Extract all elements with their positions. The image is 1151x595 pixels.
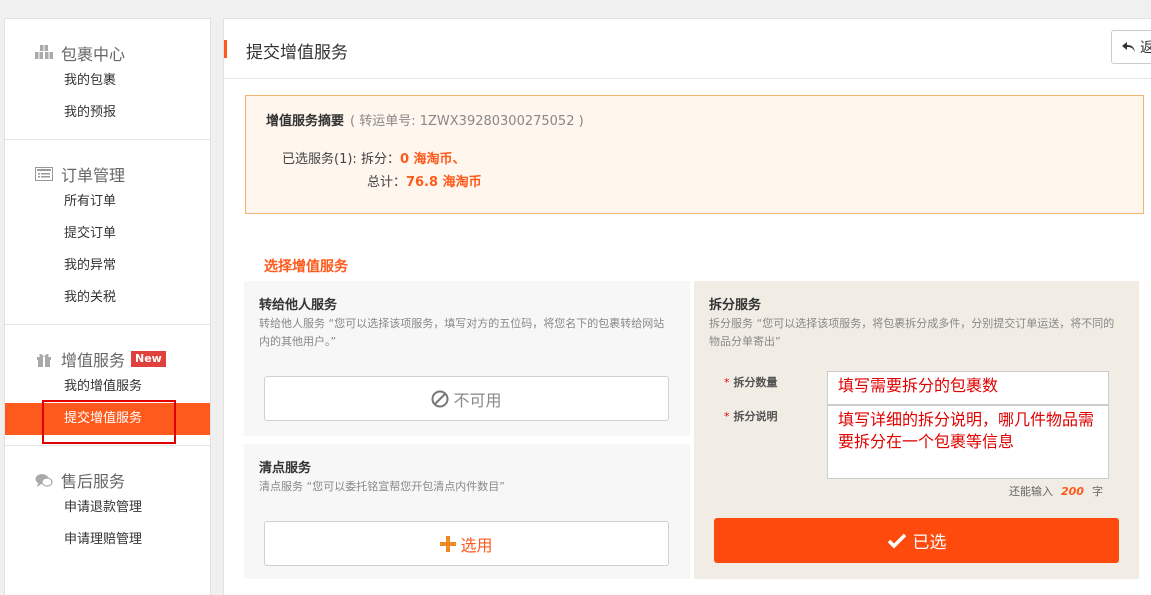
card-title: 拆分服务 [709,298,762,313]
selected-button[interactable]: 已选 [714,518,1119,563]
sidebar-item-label: 提交增值服务 [64,411,143,426]
transfer-number: ( 转运单号: 1ZWX39280300275052 ) [350,114,584,129]
summary-selected-row: 已选服务(1): 拆分：0 海淘币、 [282,148,466,167]
card-description: 清点服务 “您可以委托铭宣帮您开包清点内件数目” [259,480,505,493]
main-panel: 提交增值服务 返 增值服务摘要( 转运单号: 1ZWX3928030027505… [223,18,1151,595]
split-service-card: 拆分服务 拆分服务 “您可以选择该项服务，将包裹拆分成多件，分别提交订单运送，将… [694,281,1139,579]
unavailable-label: 不可用 [453,390,502,410]
card-title: 清点服务 [259,461,312,476]
selected-label: 已选服务(1): [282,152,357,167]
check-icon [887,533,906,548]
selected-label: 已选 [912,533,947,553]
sidebar-section-title: 售后服务 [61,472,126,491]
sidebar-item-claim[interactable]: 申请理赔管理 [5,524,210,556]
sidebar-item-all-orders[interactable]: 所有订单 [5,186,210,218]
sidebar-section-title: 增值服务 [61,351,126,370]
transfer-service-card: 转给他人服务 转给他人服务 “您可以选择该项服务，填写对方的五位码，将您名下的包… [244,281,690,436]
split-note-textarea[interactable]: 填写详细的拆分说明，哪几件物品需要拆分在一个包裹等信息 [827,405,1109,479]
total-label: 总计： [367,175,407,190]
gift-icon [34,350,54,368]
split-quantity-input[interactable]: 填写需要拆分的包裹数 [827,371,1109,405]
plus-icon [440,535,457,552]
back-button[interactable]: 返 [1111,30,1151,64]
back-button-label: 返 [1140,40,1151,56]
sidebar-item-my-forecast[interactable]: 我的预报 [5,97,210,129]
card-description: 转给他人服务 “您可以选择该项服务，填写对方的五位码，将您名下的包裹转给网站内的… [259,317,665,348]
count-service-card: 清点服务 清点服务 “您可以委托铭宣帮您开包清点内件数目” 选用 [244,444,690,579]
remaining-count: 200 [1061,485,1084,498]
sidebar-item-refund[interactable]: 申请退款管理 [5,492,210,524]
card-description: 拆分服务 “您可以选择该项服务，将包裹拆分成多件，分别提交订单运送，将不同的物品… [709,317,1115,348]
total-cost: 76.8 海淘币 [406,175,482,190]
page-header: 提交增值服务 返 [224,19,1151,79]
packages-icon [34,44,54,62]
sidebar-section-title: 包裹中心 [61,45,126,64]
service-name: 拆分： [360,152,400,167]
service-summary: 增值服务摘要( 转运单号: 1ZWX39280300275052 ) 已选服务(… [245,95,1144,214]
required-mark: * [724,410,730,423]
summary-title: 增值服务摘要( 转运单号: 1ZWX39280300275052 ) [266,114,584,129]
sidebar-item-my-exceptions[interactable]: 我的异常 [5,250,210,282]
page-title: 提交增值服务 [246,43,348,63]
card-title: 转给他人服务 [259,298,338,313]
split-note-label: * 拆分说明 [724,410,778,423]
list-icon [34,165,54,183]
sidebar-section-title: 订单管理 [61,166,126,185]
sidebar-section-packages: 包裹中心 我的包裹 我的预报 [5,19,210,140]
sidebar-item-my-packages[interactable]: 我的包裹 [5,65,210,97]
split-quantity-label: * 拆分数量 [724,376,778,389]
back-arrow-icon [1122,42,1135,52]
char-counter: 还能输入 200 字 [1009,485,1103,498]
summary-total-row: 总计：76.8 海淘币 [367,171,482,190]
unavailable-button[interactable]: 不可用 [264,376,669,421]
sidebar-section-value-added: 增值服务 New 我的增值服务 提交增值服务 [5,325,210,446]
ban-icon [431,390,449,408]
sidebar-item-my-tariffs[interactable]: 我的关税 [5,282,210,314]
select-count-button[interactable]: 选用 [264,521,669,566]
sidebar: 包裹中心 我的包裹 我的预报 订单管理 所有订单 提交订单 我的异常 我的关税 … [4,18,211,595]
sidebar-section-orders: 订单管理 所有订单 提交订单 我的异常 我的关税 [5,140,210,325]
sidebar-item-submit-value-added[interactable]: 提交增值服务 [5,400,210,444]
new-badge: New [131,351,166,367]
sidebar-item-submit-order[interactable]: 提交订单 [5,218,210,250]
select-label: 选用 [460,535,493,555]
select-service-title: 选择增值服务 [264,259,348,275]
chat-icon [34,471,54,489]
title-accent-bar [224,40,227,58]
required-mark: * [724,376,730,389]
sidebar-section-after-sales: 售后服务 申请退款管理 申请理赔管理 [5,446,210,566]
service-cost: 0 海淘币、 [399,152,466,167]
sidebar-item-my-value-added[interactable]: 我的增值服务 [5,371,210,403]
